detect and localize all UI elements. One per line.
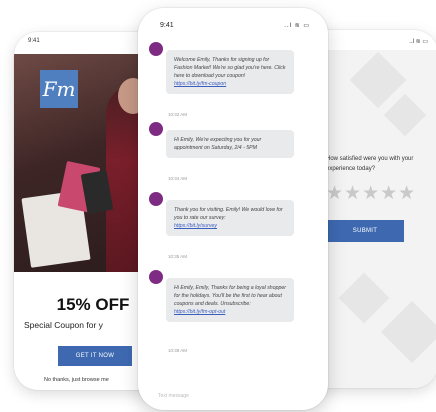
sender-avatar — [149, 122, 163, 136]
sender-avatar — [149, 270, 163, 284]
message-bubble: Hi Emily, Emily, Thanks for being a loya… — [166, 278, 294, 322]
message-bubble: Welcome Emily, Thanks for signing up for… — [166, 50, 294, 94]
background-diamond — [383, 93, 427, 137]
message-text: Thank you for visiting. Emily! We would … — [174, 207, 283, 221]
status-icons: ..l ≋ ▭ — [409, 39, 428, 45]
message-timestamp: 10:35 AM — [168, 254, 188, 259]
sender-avatar — [149, 192, 163, 206]
brand-logo: Fm — [40, 70, 78, 108]
message-text: Welcome Emily, Thanks for signing up for… — [174, 57, 286, 79]
background-diamond — [338, 272, 390, 324]
background-diamond — [380, 300, 436, 364]
message-timestamp: 10:32 AM — [168, 112, 188, 117]
sender-avatar — [149, 42, 163, 56]
sms-phone-mockup: 9:41 ..l ≋ ▭ Welcome Emily, Thanks for s… — [138, 8, 328, 410]
status-time: 9:41 — [28, 38, 40, 44]
message-bubble: Thank you for visiting. Emily! We would … — [166, 200, 294, 236]
status-icons: ..l ≋ ▭ — [284, 23, 310, 29]
submit-button[interactable]: SUBMIT — [326, 220, 404, 242]
message-text: Hi Emily, Emily, Thanks for being a loya… — [174, 285, 286, 307]
message-timestamp: 10:34 AM — [168, 176, 188, 181]
message-bubble: Hi Emily, We're expecting you for your a… — [166, 130, 294, 158]
message-text: Hi Emily, We're expecting you for your a… — [174, 137, 262, 151]
survey-question: How satisfied were you with your experie… — [326, 156, 414, 172]
get-it-now-button[interactable]: GET IT NOW — [58, 346, 132, 366]
no-thanks-link[interactable]: No thanks, just browse me — [44, 377, 109, 383]
star-rating[interactable]: ★★★★★ — [326, 182, 416, 205]
message-link[interactable]: https://bit.ly/fm-opt-out — [174, 309, 225, 315]
message-link[interactable]: https://bit.ly/survey — [174, 223, 217, 229]
status-time: 9:41 — [160, 22, 174, 29]
message-composer-input[interactable]: Text message — [158, 393, 189, 399]
message-timestamp: 10:38 AM — [168, 348, 188, 353]
message-link[interactable]: https://bit.ly/fm-coupon — [174, 81, 226, 87]
